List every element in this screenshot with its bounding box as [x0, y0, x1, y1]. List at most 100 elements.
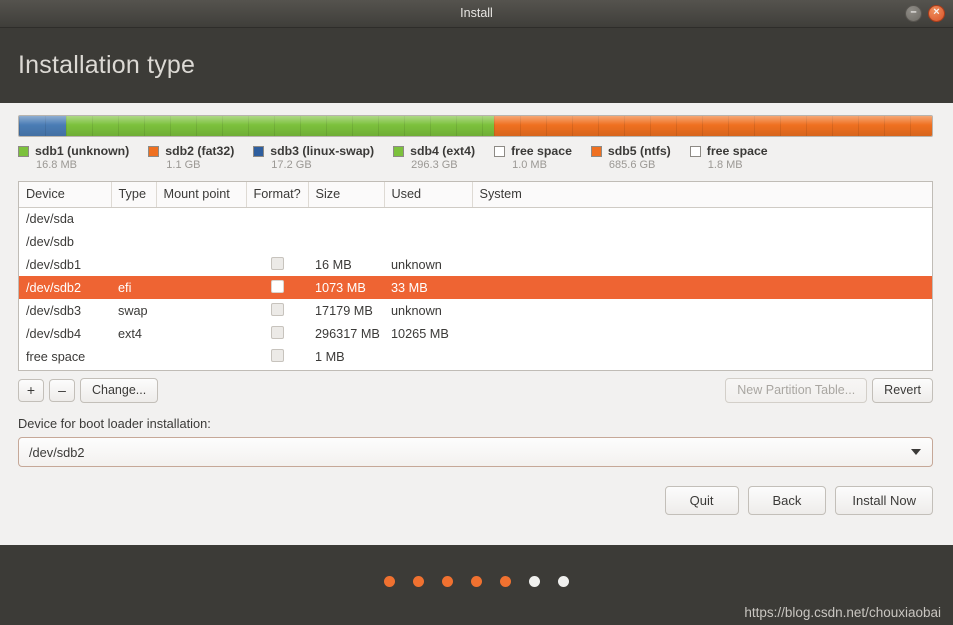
- remove-partition-button[interactable]: –: [49, 379, 75, 402]
- legend-item-header: sdb5 (ntfs): [590, 144, 671, 158]
- table-row[interactable]: /dev/sda: [19, 207, 932, 230]
- install-now-button[interactable]: Install Now: [835, 486, 933, 515]
- install-window: Install – × Installation type sdb1 (unkn…: [0, 0, 953, 625]
- table-row[interactable]: /dev/sdb2 efi 1073 MB 33 MB: [19, 276, 932, 299]
- table-cell-device: free space: [26, 349, 86, 364]
- table-cell-size: 16 MB: [315, 257, 352, 272]
- format-checkbox[interactable]: [270, 279, 284, 293]
- change-partition-button[interactable]: Change...: [80, 378, 159, 403]
- partition-toolbar: + – Change... New Partition Table... Rev…: [18, 378, 933, 403]
- progress-dot: [558, 575, 569, 587]
- new-partition-table-button[interactable]: New Partition Table...: [725, 378, 868, 403]
- minimize-icon[interactable]: –: [905, 5, 922, 22]
- table-row[interactable]: /dev/sdb3 swap 17179 MB unknown: [19, 299, 932, 322]
- table-row[interactable]: free space 1 MB: [19, 345, 932, 368]
- table-cell-format: [246, 345, 308, 368]
- table-cell-size: 296317 MB: [315, 326, 380, 341]
- partition-table: Device Type Mount point Format? Size Used Syst…: [19, 182, 932, 368]
- partition-segment: [66, 116, 495, 136]
- table-cell-type: efi: [118, 280, 132, 295]
- progress-dot: [500, 575, 511, 587]
- window-controls: – ×: [905, 5, 945, 22]
- format-checkbox[interactable]: [270, 348, 284, 362]
- table-cell-mount: [156, 207, 246, 230]
- legend-item-label: sdb1 (unknown): [35, 144, 130, 158]
- legend-color-swatch-icon: [18, 145, 29, 157]
- partition-usage-bar: [18, 115, 933, 137]
- legend-item-label: sdb5 (ntfs): [607, 144, 671, 158]
- legend-item-size: 296.3 GB: [411, 159, 458, 171]
- table-column-header[interactable]: Size: [308, 182, 385, 208]
- format-checkbox[interactable]: [270, 256, 284, 270]
- legend-item-size: 16.8 MB: [36, 159, 77, 171]
- table-cell-device: /dev/sdb2: [26, 280, 82, 295]
- progress-dot: [529, 575, 540, 587]
- table-cell-size: [308, 207, 384, 230]
- legend-item-size: 1.0 MB: [512, 159, 547, 171]
- table-column-header[interactable]: Used: [384, 182, 473, 208]
- format-checkbox[interactable]: [270, 325, 284, 339]
- table-cell-type: [111, 230, 156, 253]
- progress-dot: [413, 575, 424, 587]
- minimize-glyph: –: [910, 6, 917, 18]
- legend-color-swatch-icon: [494, 145, 506, 157]
- table-cell-device: /dev/sda: [26, 211, 74, 226]
- legend-item: sdb2 (fat32) 1.1 GB: [148, 144, 234, 171]
- table-cell-used: [384, 230, 472, 253]
- quit-button[interactable]: Quit: [664, 486, 739, 515]
- legend-color-swatch-icon: [148, 145, 160, 157]
- legend-color-swatch-icon: [689, 145, 701, 157]
- legend-item-label: sdb4 (ext4): [410, 144, 476, 158]
- legend-item-size: 17.2 GB: [271, 159, 312, 171]
- partition-table-head: Device Type Mount point Format? Size Used Syst…: [19, 182, 932, 208]
- partition-table-container[interactable]: Device Type Mount point Format? Size Used Syst…: [18, 181, 933, 371]
- legend-item-header: sdb2 (fat32): [148, 144, 234, 158]
- bootloader-selected-value: /dev/sdb2: [29, 444, 85, 460]
- table-cell-used: unknown: [391, 303, 442, 318]
- table-cell-size: 1073 MB: [315, 280, 366, 295]
- legend-color-swatch-icon: [393, 145, 405, 157]
- table-row[interactable]: /dev/sdb: [19, 230, 932, 253]
- legend-item: sdb1 (unknown) 16.8 MB: [18, 144, 129, 171]
- table-header-row: Device Type Mount point Format? Size Used Syst…: [19, 182, 932, 208]
- back-button[interactable]: Back: [747, 486, 827, 515]
- table-column-header[interactable]: System: [472, 182, 932, 208]
- legend-item-header: sdb3 (linux-swap): [253, 144, 374, 158]
- table-cell-type: [111, 345, 156, 368]
- partition-table-body: /dev/sda/dev/sdb/dev/sdb1 16 MB unknown/de…: [19, 207, 932, 368]
- close-glyph: ×: [933, 6, 940, 18]
- table-row[interactable]: /dev/sdb4 ext4 296317 MB 10265 MB: [19, 322, 932, 345]
- table-column-header[interactable]: Type: [111, 182, 157, 208]
- legend-item: free space 1.8 MB: [689, 144, 768, 171]
- table-row[interactable]: /dev/sdb1 16 MB unknown: [19, 253, 932, 276]
- legend-item-label: free space: [706, 144, 768, 158]
- table-cell-mount: [156, 253, 246, 276]
- table-cell-system: [472, 299, 932, 322]
- legend-item-size: 1.1 GB: [166, 159, 201, 171]
- table-cell-type: swap: [118, 303, 148, 318]
- table-cell-type: [111, 207, 156, 230]
- close-icon[interactable]: ×: [928, 5, 945, 22]
- table-column-header[interactable]: Mount point: [156, 182, 247, 208]
- revert-button[interactable]: Revert: [872, 378, 933, 403]
- legend-color-swatch-icon: [253, 145, 265, 157]
- bootloader-label: Device for boot loader installation:: [18, 416, 211, 431]
- table-cell-type: [111, 253, 156, 276]
- table-cell-format: [246, 230, 308, 253]
- legend-item-header: sdb4 (ext4): [393, 144, 475, 158]
- table-cell-system: [472, 253, 932, 276]
- table-cell-mount: [156, 322, 246, 345]
- table-cell-mount: [156, 276, 246, 299]
- table-column-header[interactable]: Format?: [246, 182, 309, 208]
- legend-item-header: free space: [494, 144, 572, 158]
- add-partition-button[interactable]: +: [18, 379, 44, 402]
- table-cell-used: [384, 345, 472, 368]
- legend-item-header: sdb1 (unknown): [18, 144, 129, 158]
- progress-dot: [384, 575, 395, 587]
- format-checkbox[interactable]: [270, 302, 284, 316]
- legend-item: sdb3 (linux-swap) 17.2 GB: [253, 144, 374, 171]
- table-cell-system: [472, 207, 932, 230]
- table-cell-device: /dev/sdb4: [26, 326, 82, 341]
- bootloader-device-select[interactable]: /dev/sdb2: [18, 437, 933, 467]
- table-column-header[interactable]: Device: [19, 182, 112, 208]
